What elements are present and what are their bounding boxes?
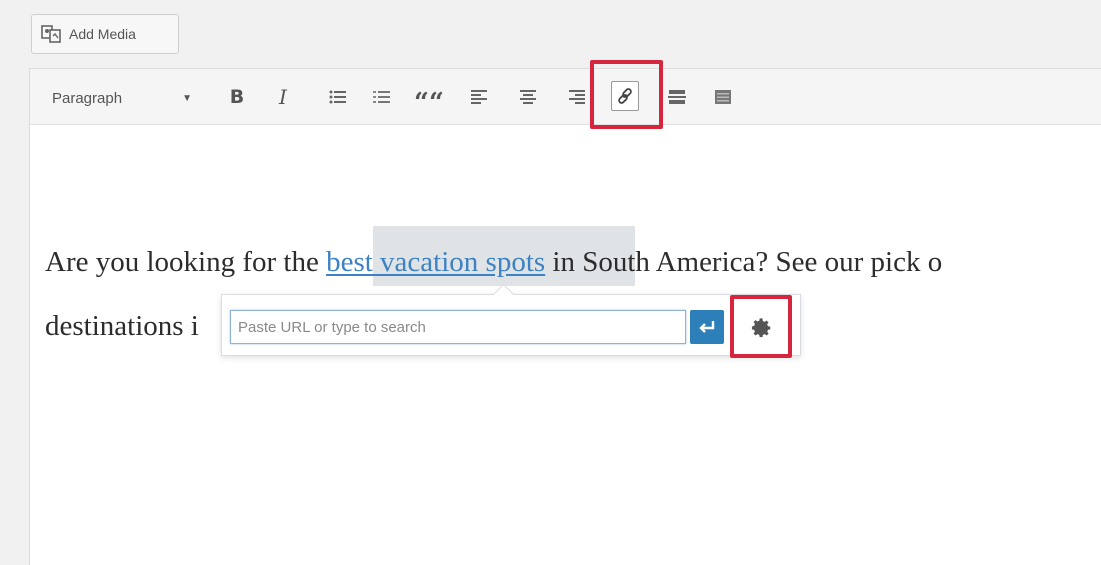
link-button-highlight xyxy=(590,60,663,129)
numbered-list-icon xyxy=(373,91,390,103)
paragraph-text: destinations i xyxy=(45,310,199,342)
format-select[interactable]: Paragraph ▼ xyxy=(42,82,206,114)
paragraph-text: Are you looking for the xyxy=(45,246,327,278)
align-left-icon xyxy=(471,90,487,104)
add-media-label: Add Media xyxy=(69,26,136,42)
bold-icon: B xyxy=(229,86,245,108)
blockquote-icon: ““ xyxy=(414,88,444,118)
italic-button[interactable]: I xyxy=(268,82,298,112)
settings-button-highlight xyxy=(730,295,792,358)
chevron-down-icon: ▼ xyxy=(182,93,192,104)
align-left-button[interactable] xyxy=(464,82,494,112)
italic-icon: I xyxy=(279,85,287,109)
selected-link-text[interactable]: best vacation spots xyxy=(326,246,545,278)
bullet-list-button[interactable] xyxy=(323,82,353,112)
align-right-button[interactable] xyxy=(562,82,592,112)
paragraph-line-1[interactable]: Are you looking for the best vacation sp… xyxy=(45,246,942,279)
blockquote-button[interactable]: ““ xyxy=(414,82,444,118)
align-center-icon xyxy=(520,90,536,104)
toolbar-toggle-icon xyxy=(715,90,731,104)
add-media-icon xyxy=(41,25,61,43)
url-search-input[interactable] xyxy=(230,310,686,344)
paragraph-text: in South America? See our pick o xyxy=(545,246,943,278)
read-more-icon xyxy=(668,90,686,104)
align-center-button[interactable] xyxy=(513,82,543,112)
read-more-button[interactable] xyxy=(662,82,692,112)
toolbar-toggle-button[interactable] xyxy=(708,82,738,112)
align-right-icon xyxy=(569,90,585,104)
bullet-list-icon xyxy=(329,90,346,104)
apply-link-button[interactable] xyxy=(690,310,724,344)
numbered-list-button[interactable] xyxy=(367,82,397,112)
bold-button[interactable]: B xyxy=(222,82,252,112)
format-select-value: Paragraph xyxy=(52,89,123,107)
add-media-button[interactable]: Add Media xyxy=(31,14,179,54)
apply-enter-icon xyxy=(699,321,715,333)
paragraph-line-2[interactable]: destinations i xyxy=(45,310,199,343)
